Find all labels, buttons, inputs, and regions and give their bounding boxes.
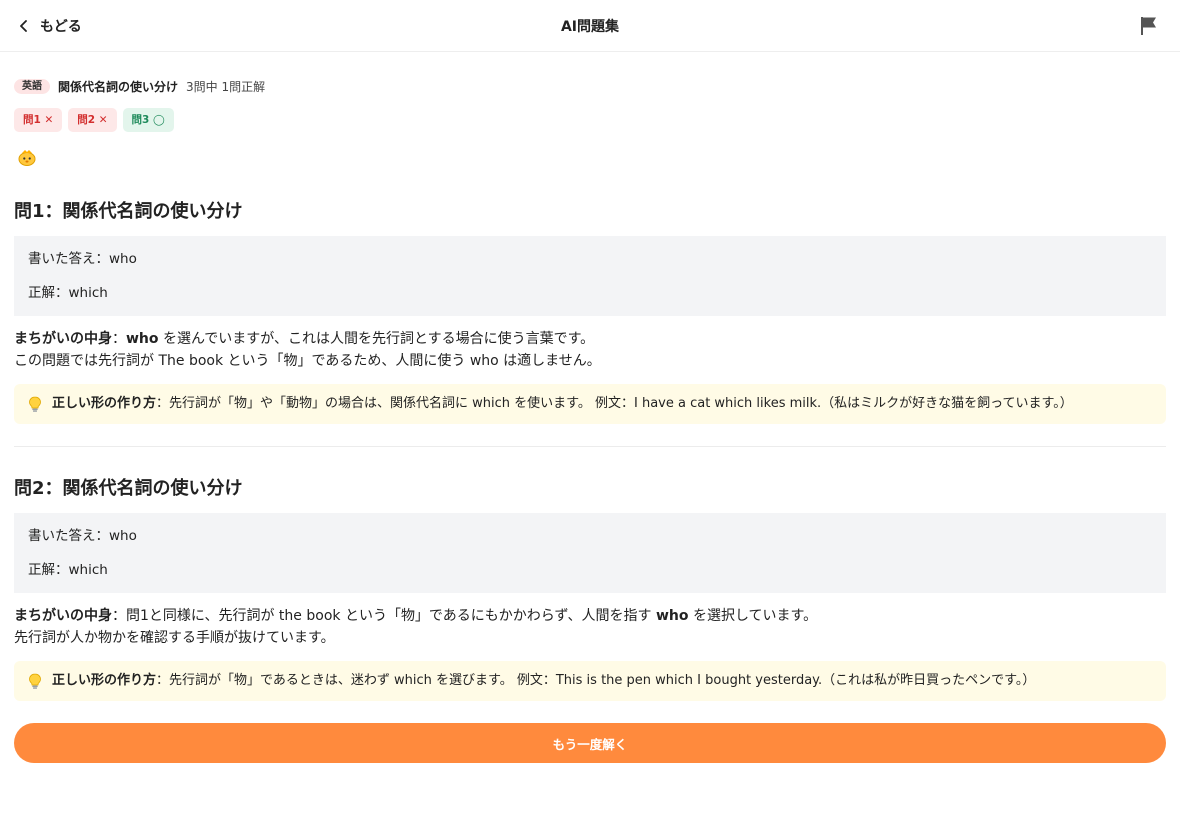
chip-q2[interactable]: 問2 ✕ bbox=[68, 108, 117, 132]
tip-text: ：先行詞が「物」や「動物」の場合は、関係代名詞に which を使います。 例文… bbox=[156, 396, 1073, 411]
mistake-label: まちがいの中身 bbox=[14, 608, 112, 624]
subject-badge: 英語 bbox=[14, 78, 50, 94]
tip-label: 正しい形の作り方 bbox=[52, 673, 157, 688]
score-text: 3問中 1問正解 bbox=[186, 79, 266, 94]
mistake-line2: 先行詞が人か物かを確認する手順が抜けています。 bbox=[14, 630, 335, 646]
chevron-left-icon bbox=[20, 20, 27, 32]
mistake-line1: ：問1と同様に、先行詞が the book という「物」であるにもかかわらず、人… bbox=[112, 608, 656, 624]
set-title: 関係代名詞の使い分け bbox=[58, 79, 179, 94]
tip-text: ：先行詞が「物」であるときは、迷わず which を選びます。 例文：This … bbox=[156, 673, 1036, 688]
chip-q1[interactable]: 問1 ✕ bbox=[14, 108, 63, 132]
page-title: AI問題集 bbox=[560, 18, 620, 35]
mistake-line1-rest: を選択しています。 bbox=[688, 608, 818, 624]
correct-answer: 正解：which bbox=[28, 562, 108, 578]
question-2: 問2：関係代名詞の使い分け 書いた答え：who 正解：which まちがいの中身… bbox=[14, 477, 1166, 701]
app-header: もどる AI問題集 bbox=[0, 0, 1180, 52]
answer-box: 書いた答え：who 正解：which bbox=[14, 236, 1166, 316]
mistake-word: who bbox=[656, 608, 689, 624]
question-1: 問1：関係代名詞の使い分け 書いた答え：who 正解：which まちがいの中身… bbox=[14, 200, 1166, 424]
lightbulb-icon bbox=[29, 396, 41, 412]
answer-box: 書いた答え：who 正解：which bbox=[14, 513, 1166, 593]
result-chips: 問1 ✕ 問2 ✕ 問3 ◯ bbox=[14, 108, 1166, 132]
your-answer: 書いた答え：who bbox=[28, 251, 137, 267]
tip-box: 正しい形の作り方：先行詞が「物」や「動物」の場合は、関係代名詞に which を… bbox=[14, 384, 1166, 424]
tip-label: 正しい形の作り方 bbox=[52, 396, 157, 411]
tip-box: 正しい形の作り方：先行詞が「物」であるときは、迷わず which を選びます。 … bbox=[14, 661, 1166, 701]
back-button[interactable]: もどる bbox=[18, 0, 82, 52]
retry-button[interactable]: もう一度解く bbox=[14, 723, 1166, 763]
mistake-word: who bbox=[126, 331, 159, 347]
result-content: 英語 関係代名詞の使い分け 3問中 1問正解 問1 ✕ 問2 ✕ 問3 ◯ 問1… bbox=[0, 78, 1180, 763]
mascot-icon bbox=[18, 150, 36, 166]
flag-icon[interactable] bbox=[1140, 16, 1158, 36]
question-title: 問1：関係代名詞の使い分け bbox=[14, 201, 243, 222]
lightbulb-icon bbox=[29, 673, 41, 689]
divider bbox=[14, 446, 1166, 447]
mistake-line1: を選んでいますが、これは人間を先行詞とする場合に使う言葉です。 bbox=[158, 331, 595, 347]
your-answer: 書いた答え：who bbox=[28, 528, 137, 544]
chip-q3[interactable]: 問3 ◯ bbox=[122, 108, 174, 132]
back-label: もどる bbox=[40, 19, 82, 35]
mistake-explanation: まちがいの中身：who を選んでいますが、これは人間を先行詞とする場合に使う言葉… bbox=[14, 328, 1166, 372]
result-summary: 英語 関係代名詞の使い分け 3問中 1問正解 bbox=[14, 78, 1166, 94]
question-title: 問2：関係代名詞の使い分け bbox=[14, 478, 243, 499]
mistake-label: まちがいの中身 bbox=[14, 331, 112, 347]
correct-answer: 正解：which bbox=[28, 285, 108, 301]
mistake-explanation: まちがいの中身：問1と同様に、先行詞が the book という「物」であるにも… bbox=[14, 605, 1166, 649]
mistake-line2: この問題では先行詞が The book という「物」であるため、人間に使う wh… bbox=[14, 353, 601, 369]
mistake-colon: ： bbox=[112, 331, 126, 347]
